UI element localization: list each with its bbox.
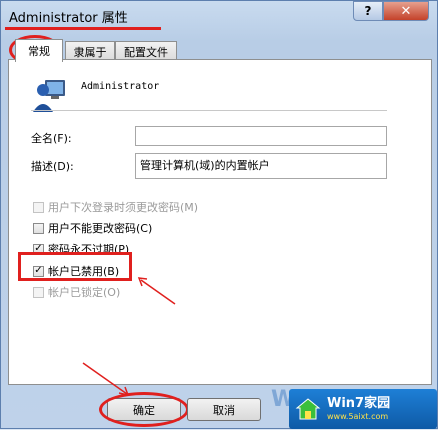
arrow-line-ok [82,362,128,395]
watermark-url: www.5aixt.com [327,412,389,421]
watermark-brand: Win7家园 [327,396,391,412]
ok-button-annotation-circle [99,392,189,427]
tab-general[interactable]: 常规 [15,39,63,62]
arrow-line-checkbox [140,279,176,305]
watermark-logo: Win7家园 www.5aixt.com [289,389,437,429]
cancel-button[interactable]: 取消 [187,398,261,421]
annotation-arrows [82,277,176,397]
properties-dialog: Administrator 属性 ? ✕ 常规 隶属于 配置文件 Adminis… [0,0,438,429]
house-icon [295,398,321,420]
